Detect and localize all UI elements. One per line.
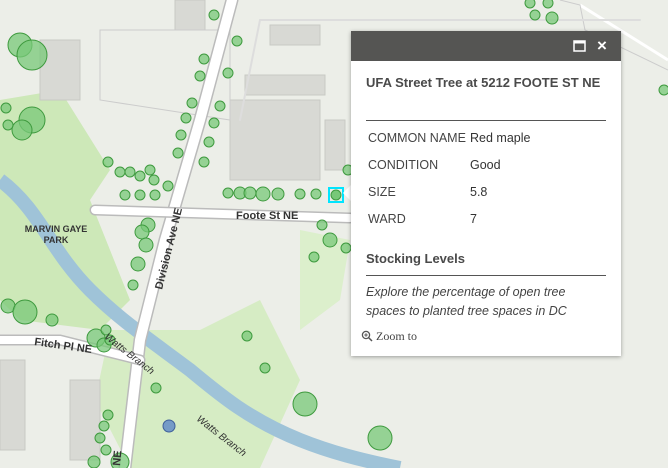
- attribute-key: WARD: [368, 212, 406, 226]
- attribute-table: COMMON NAME Red maple CONDITION Good SIZ…: [368, 129, 608, 237]
- attribute-row: CONDITION Good: [368, 156, 608, 183]
- section-title: Stocking Levels: [366, 251, 465, 266]
- selected-tree-marker: [330, 189, 342, 201]
- popup-title: UFA Street Tree at 5212 FOOTE ST NE: [366, 75, 601, 90]
- attribute-value: 7: [470, 212, 477, 226]
- park-label-line2: PARK: [44, 235, 69, 245]
- attribute-row: SIZE 5.8: [368, 183, 608, 210]
- popup-header: ×: [351, 31, 621, 61]
- attribute-key: COMMON NAME: [368, 131, 466, 145]
- attribute-value: 5.8: [470, 185, 488, 199]
- maximize-icon[interactable]: [573, 38, 589, 54]
- attribute-value: Good: [470, 158, 501, 172]
- tree-marker-blue: [162, 419, 176, 433]
- division-ave-label-bottom: NE: [111, 450, 124, 466]
- zoom-to-label: Zoom to: [376, 329, 417, 343]
- zoom-in-icon: [361, 330, 373, 342]
- divider: [366, 120, 606, 121]
- attribute-key: SIZE: [368, 185, 396, 199]
- section-description: Explore the percentage of open tree spac…: [366, 285, 567, 318]
- popup-pointer: [343, 185, 351, 201]
- attribute-key: CONDITION: [368, 158, 439, 172]
- zoom-to-link[interactable]: Zoom to: [361, 329, 417, 344]
- divider: [366, 275, 606, 276]
- foote-st-label: Foote St NE: [236, 210, 298, 222]
- attribute-row: COMMON NAME Red maple: [368, 129, 608, 156]
- attribute-row: WARD 7: [368, 210, 608, 237]
- tree-info-popup: × UFA Street Tree at 5212 FOOTE ST NE CO…: [351, 31, 621, 356]
- park-label-line1: MARVIN GAYE: [25, 224, 88, 234]
- attribute-value: Red maple: [470, 131, 531, 145]
- close-icon[interactable]: ×: [594, 37, 610, 54]
